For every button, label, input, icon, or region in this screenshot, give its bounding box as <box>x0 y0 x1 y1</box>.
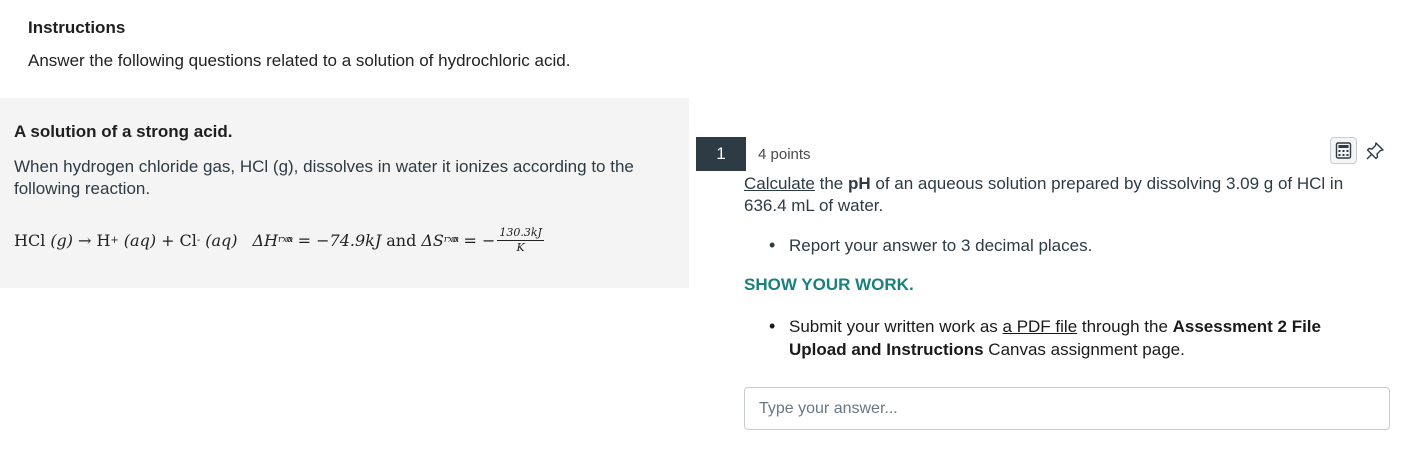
eq-product2-charge: - <box>196 234 201 246</box>
question-text: Calculate the pH of an aqueous solution … <box>744 173 1384 217</box>
instruction-list-1: Report your answer to 3 decimal places. <box>744 234 1364 257</box>
instruction-list-2: Submit your written work as a PDF file t… <box>744 315 1364 361</box>
show-work-heading: SHOW YOUR WORK. <box>744 275 914 294</box>
eq-ds-symbol: ΔS <box>421 230 444 250</box>
eq-dh-value: = −74.9kJ <box>297 230 382 250</box>
eq-reactant-state: (g) <box>50 230 74 250</box>
bullet2-text-c: Canvas assignment page. <box>983 340 1185 359</box>
stimulus-panel: A solution of a strong acid. When hydrog… <box>0 98 689 288</box>
instructions-title: Instructions <box>28 18 126 37</box>
bullet2-text-a: Submit your written work as <box>789 317 1003 336</box>
eq-product1-charge: + <box>110 234 119 246</box>
calculate-word: Calculate <box>744 174 815 193</box>
eq-arrow: → <box>78 230 92 250</box>
eq-product2: Cl <box>179 230 197 250</box>
instructions-section: Instructions Answer the following questi… <box>28 18 1368 71</box>
reaction-equation: HCl (g) → H + (aq) + Cl - (aq) ΔH rxn o = −74.9kJ and… <box>14 223 544 257</box>
eq-ds-num: 130.3kJ <box>497 225 544 241</box>
eq-ds-fraction: 130.3kJ K <box>497 225 544 254</box>
eq-dh-sup: o <box>286 235 292 245</box>
eq-product1: H <box>96 230 111 250</box>
eq-product2-state: (aq) <box>205 230 238 250</box>
question-text-a: the <box>814 174 848 193</box>
eq-plus: + <box>161 230 175 250</box>
ph-word: pH <box>847 174 871 193</box>
pdf-file-link[interactable]: a PDF file <box>1003 317 1078 336</box>
eq-ds-den: K <box>516 240 525 254</box>
question-number: 1 <box>696 137 746 171</box>
eq-reactant: HCl <box>14 230 46 250</box>
calculator-icon[interactable] <box>1330 137 1357 164</box>
eq-ds-sup: o <box>452 235 458 245</box>
answer-input[interactable] <box>744 387 1390 430</box>
question-points: 4 points <box>758 146 811 163</box>
list-item: Submit your written work as a PDF file t… <box>744 315 1364 361</box>
stimulus-text: When hydrogen chloride gas, HCl (g), dis… <box>14 157 634 198</box>
eq-ds-eq: = − <box>463 230 496 250</box>
pin-icon[interactable] <box>1364 140 1386 162</box>
list-item: Report your answer to 3 decimal places. <box>744 234 1364 257</box>
instructions-text: Answer the following questions related t… <box>28 51 571 70</box>
eq-dh-symbol: ΔH <box>252 230 278 250</box>
bullet2-text-b: through the <box>1077 317 1173 336</box>
eq-product1-state: (aq) <box>123 230 157 250</box>
eq-and: and <box>386 230 417 250</box>
stimulus-title: A solution of a strong acid. <box>14 122 233 141</box>
